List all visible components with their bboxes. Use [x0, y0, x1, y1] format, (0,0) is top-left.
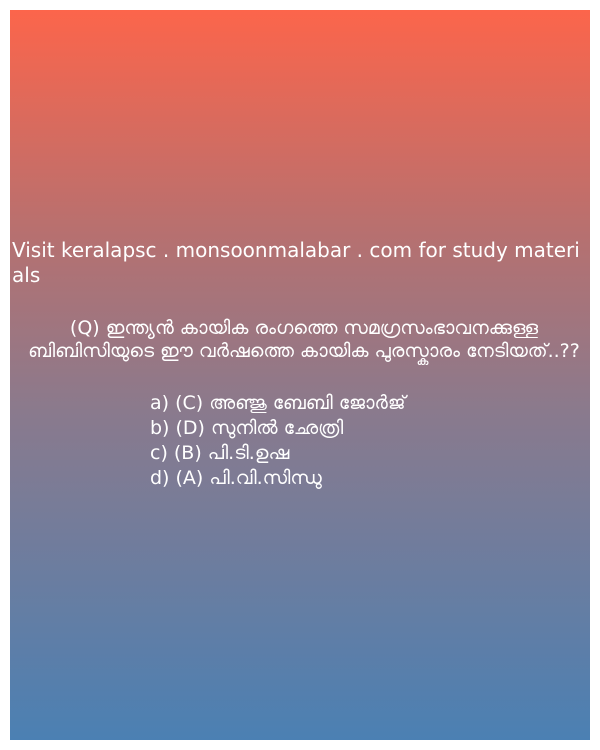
- question-text: (Q) ഇന്ത്യന്‍ കായിക രംഗത്തെ സമഗ്രസംഭാവനക…: [28, 317, 580, 362]
- option-d: d) (A) പി.വി.സിന്ധു: [150, 467, 322, 489]
- answer-options: a) (C) അഞ്ജു ബേബി ജോര്‍ജ് b) (D) സുനില്‍…: [150, 391, 406, 491]
- option-b: b) (D) സുനില്‍ ഛേത്രി: [150, 417, 344, 439]
- option-a: a) (C) അഞ്ജു ബേബി ജോര്‍ജ്: [150, 392, 406, 414]
- promo-text: Visit keralapsc . monsoonmalabar . com f…: [12, 238, 580, 287]
- quiz-card: Visit keralapsc . monsoonmalabar . com f…: [10, 10, 590, 740]
- option-c: c) (B) പി.ടി.ഉഷ: [150, 442, 290, 464]
